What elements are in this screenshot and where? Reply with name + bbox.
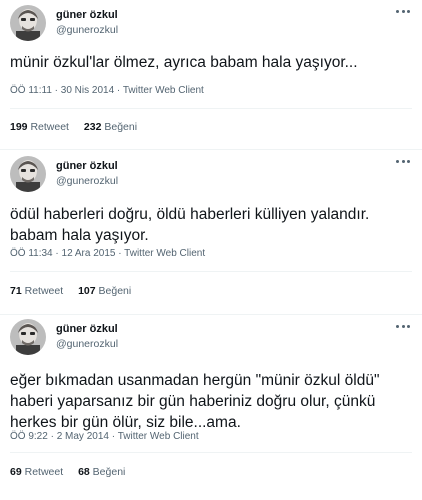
- like-label: Beğeni: [92, 466, 126, 478]
- author-names: güner özkul @gunerozkul: [56, 159, 118, 189]
- author-names: güner özkul @gunerozkul: [56, 322, 118, 352]
- retweet-number: 71: [10, 285, 22, 297]
- tweet-stats: 69 Retweet 68 Beğeni: [10, 466, 137, 478]
- tweet-text: münir özkul'lar ölmez, ayrıca babam hala…: [10, 54, 358, 71]
- tweet-stats: 71 Retweet 107 Beğeni: [10, 285, 143, 297]
- author-name[interactable]: güner özkul: [56, 322, 118, 337]
- tweet-time[interactable]: ÖÖ 11:34: [10, 248, 53, 259]
- avatar[interactable]: [10, 5, 46, 41]
- retweet-count[interactable]: 71 Retweet: [10, 285, 63, 297]
- tweet-meta: ÖÖ 11:11 · 30 Nis 2014 · Twitter Web Cli…: [10, 85, 204, 96]
- tweet-text: ödül haberleri doğru, öldü haberleri kül…: [10, 206, 370, 244]
- avatar[interactable]: [10, 156, 46, 192]
- retweet-number: 69: [10, 466, 22, 478]
- tweet-time[interactable]: ÖÖ 9:22: [10, 431, 48, 442]
- like-number: 68: [78, 466, 90, 478]
- tweet-client[interactable]: Twitter Web Client: [123, 85, 204, 96]
- like-label: Beğeni: [104, 121, 138, 133]
- retweet-count[interactable]: 69 Retweet: [10, 466, 63, 478]
- divider: [10, 108, 412, 109]
- retweet-label: Retweet: [24, 285, 64, 297]
- like-count[interactable]: 232 Beğeni: [84, 121, 137, 133]
- author-names: güner özkul @gunerozkul: [56, 8, 118, 38]
- tweet-header: güner özkul @gunerozkul: [10, 319, 118, 355]
- retweet-count[interactable]: 199 Retweet: [10, 121, 69, 133]
- tweet-header: güner özkul @gunerozkul: [10, 156, 118, 192]
- tweet-meta: ÖÖ 9:22 · 2 May 2014 · Twitter Web Clien…: [10, 431, 199, 442]
- like-label: Beğeni: [98, 285, 132, 297]
- tweet-text: eğer bıkmadan usanmadan hergün "münir öz…: [10, 372, 380, 431]
- retweet-label: Retweet: [24, 466, 64, 478]
- tweet-time[interactable]: ÖÖ 11:11: [10, 85, 52, 96]
- tweet-meta: ÖÖ 11:34 · 12 Ara 2015 · Twitter Web Cli…: [10, 248, 205, 259]
- more-options-icon[interactable]: [396, 321, 410, 331]
- retweet-label: Retweet: [30, 121, 69, 133]
- like-number: 107: [78, 285, 96, 297]
- divider: [10, 452, 412, 453]
- tweet-client[interactable]: Twitter Web Client: [118, 431, 199, 442]
- author-handle[interactable]: @gunerozkul: [56, 337, 118, 352]
- tweet-card[interactable]: güner özkul @gunerozkul münir özkul'lar …: [0, 0, 422, 150]
- avatar[interactable]: [10, 319, 46, 355]
- author-name[interactable]: güner özkul: [56, 159, 118, 174]
- tweet-date[interactable]: 2 May 2014: [57, 431, 109, 442]
- tweet-header: güner özkul @gunerozkul: [10, 5, 118, 41]
- divider: [10, 271, 412, 272]
- like-count[interactable]: 107 Beğeni: [78, 285, 131, 297]
- tweet-date[interactable]: 12 Ara 2015: [62, 248, 116, 259]
- tweet-client[interactable]: Twitter Web Client: [124, 248, 205, 259]
- more-options-icon[interactable]: [396, 6, 410, 16]
- author-name[interactable]: güner özkul: [56, 8, 118, 23]
- retweet-number: 199: [10, 121, 28, 133]
- like-number: 232: [83, 121, 102, 133]
- tweet-card[interactable]: güner özkul @gunerozkul eğer bıkmadan us…: [0, 315, 422, 500]
- more-options-icon[interactable]: [396, 156, 410, 166]
- tweet-stats: 199 Retweet 232 Beğeni: [10, 121, 149, 133]
- tweet-card[interactable]: güner özkul @gunerozkul ödül haberleri d…: [0, 150, 422, 315]
- tweet-feed: güner özkul @gunerozkul münir özkul'lar …: [0, 0, 422, 500]
- author-handle[interactable]: @gunerozkul: [56, 23, 118, 38]
- author-handle[interactable]: @gunerozkul: [56, 174, 118, 189]
- tweet-date[interactable]: 30 Nis 2014: [61, 85, 114, 96]
- like-count[interactable]: 68 Beğeni: [78, 466, 125, 478]
